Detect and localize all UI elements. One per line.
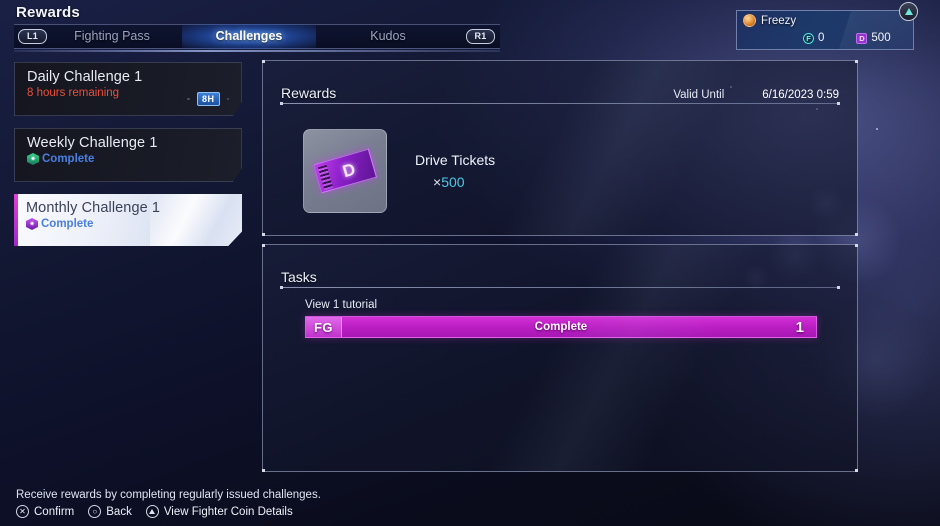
sidebar-item-monthly-challenge[interactable]: Monthly Challenge 1 ✷ Complete <box>14 194 242 246</box>
background-sparkle <box>876 128 878 130</box>
tab-fighting-pass[interactable]: Fighting Pass <box>48 24 176 49</box>
triangle-button-icon[interactable] <box>899 2 918 21</box>
tab-underline <box>14 50 500 52</box>
footer-description: Receive rewards by completing regularly … <box>16 489 321 501</box>
prompt-confirm[interactable]: ✕ Confirm <box>16 505 74 518</box>
panel-corner <box>262 244 265 247</box>
valid-until-group: Valid Until 6/16/2023 0:59 <box>673 89 839 101</box>
panel-corner <box>855 469 858 472</box>
l1-shoulder-indicator[interactable]: L1 <box>18 29 47 44</box>
panel-corner <box>855 60 858 63</box>
circle-button-icon: ○ <box>88 505 102 518</box>
game-screen: Rewards L1 Fighting Pass Challenges Kudo… <box>0 0 940 526</box>
valid-until-value: 6/16/2023 0:59 <box>762 89 839 101</box>
prompt-confirm-label: Confirm <box>34 505 75 518</box>
challenge-card-status-row: ✷ Complete <box>26 218 232 230</box>
challenge-card-title: Weekly Challenge 1 <box>27 135 158 151</box>
task-label: View 1 tutorial <box>305 299 378 311</box>
panel-corner <box>262 469 265 472</box>
tasks-panel: Tasks View 1 tutorial FG Complete 1 <box>262 244 858 472</box>
sidebar-item-daily-challenge[interactable]: Daily Challenge 1 8 hours remaining 8H <box>14 62 242 116</box>
task-status-text: Complete <box>534 321 588 333</box>
prompt-back-label: Back <box>106 505 132 518</box>
drive-ticket-icon: D <box>856 32 868 44</box>
reward-item-quantity: ×500 <box>433 174 495 190</box>
prompt-fighter-coin-details[interactable]: View Fighter Coin Details <box>145 505 293 518</box>
weekly-hex-badge-icon: ✷ <box>27 153 39 165</box>
tasks-panel-header: Tasks <box>281 259 839 285</box>
task-progress-bar: FG Complete 1 <box>305 316 817 338</box>
monthly-hex-badge-icon: ✷ <box>26 218 38 230</box>
fighter-coin-stat: F 0 <box>803 32 824 44</box>
reward-item-text: Drive Tickets ×500 <box>415 152 495 190</box>
prompt-back[interactable]: ○ Back <box>88 505 132 518</box>
fighter-coin-value: 0 <box>818 32 825 44</box>
ticket-letter: D <box>340 159 358 181</box>
reward-item-name: Drive Tickets <box>415 152 496 168</box>
challenge-card-status: Complete <box>41 218 94 230</box>
panel-corner <box>262 233 265 236</box>
tab-challenges[interactable]: Challenges <box>182 24 316 49</box>
player-avatar-icon <box>743 14 756 27</box>
player-identity: Freezy <box>743 14 796 27</box>
page-title: Rewards <box>16 4 80 21</box>
fighter-coin-icon: F <box>803 32 814 44</box>
panel-corner <box>855 244 858 247</box>
drive-ticket-stat: D 500 <box>856 32 891 44</box>
challenge-card-title: Daily Challenge 1 <box>27 69 143 85</box>
challenge-card-status: 8 hours remaining <box>27 87 120 99</box>
quantity-prefix: × <box>433 174 442 190</box>
challenge-card-status-row: ✷ Complete <box>27 153 231 165</box>
task-item: View 1 tutorial FG Complete 1 <box>305 299 817 338</box>
panel-divider <box>280 286 840 289</box>
prompt-fighter-coin-details-label: View Fighter Coin Details <box>163 505 293 518</box>
currency-row: F 0 D 500 <box>803 32 891 44</box>
drive-ticket-value: 500 <box>871 32 891 44</box>
challenge-card-status: Complete <box>42 153 95 165</box>
rewards-panel: Rewards Valid Until 6/16/2023 0:59 D Dri… <box>262 60 858 236</box>
rewards-panel-header: Rewards Valid Until 6/16/2023 0:59 <box>281 75 839 101</box>
rewards-panel-title: Rewards <box>281 85 337 101</box>
player-currency-card[interactable]: Freezy F 0 D 500 <box>736 10 914 50</box>
footer: Receive rewards by completing regularly … <box>16 489 321 518</box>
player-name: Freezy <box>761 14 797 27</box>
task-count: 1 <box>795 318 804 336</box>
tab-kudos[interactable]: Kudos <box>328 24 448 49</box>
drive-ticket-item-icon: D <box>303 129 387 213</box>
r1-shoulder-indicator[interactable]: R1 <box>466 29 495 44</box>
panel-divider <box>280 102 840 105</box>
triangle-button-icon <box>145 505 159 518</box>
button-prompts: ✕ Confirm ○ Back View Fighter Coin Detai… <box>16 505 321 518</box>
panel-corner <box>855 233 858 236</box>
tasks-panel-title: Tasks <box>281 269 317 285</box>
challenge-card-title: Monthly Challenge 1 <box>26 200 161 216</box>
panel-corner <box>262 60 265 63</box>
sidebar-item-weekly-challenge[interactable]: Weekly Challenge 1 ✷ Complete <box>14 128 242 182</box>
quantity-value: 500 <box>441 174 465 190</box>
valid-until-label: Valid Until <box>673 89 725 101</box>
cross-button-icon: ✕ <box>16 505 29 518</box>
reward-item[interactable]: D Drive Tickets ×500 <box>303 129 495 213</box>
